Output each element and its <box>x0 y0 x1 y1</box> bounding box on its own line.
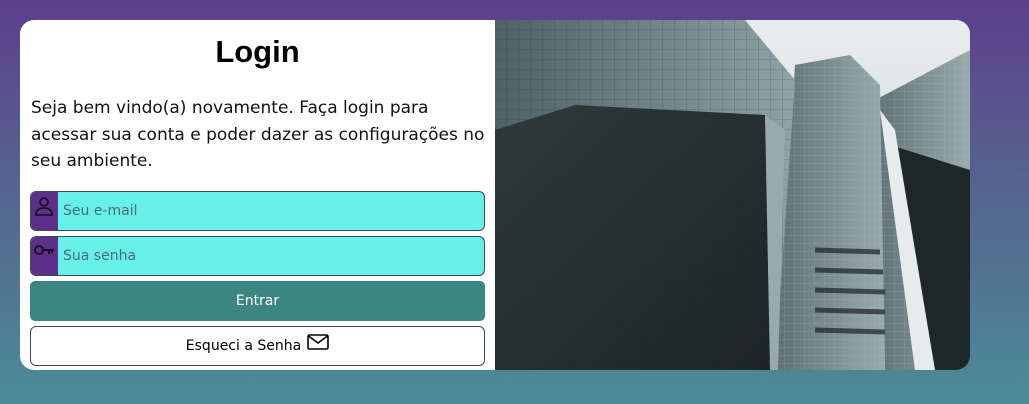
mail-icon <box>307 334 330 350</box>
email-icon-tab <box>31 192 58 230</box>
password-field-group <box>30 236 485 276</box>
forgot-password-label: Esqueci a Senha <box>185 338 302 354</box>
login-form-panel: Login Seja bem vindo(a) novamente. Faça … <box>20 20 495 370</box>
password-input[interactable] <box>58 237 484 275</box>
login-card: Login Seja bem vindo(a) novamente. Faça … <box>20 20 970 370</box>
password-icon-tab <box>31 237 58 275</box>
user-icon <box>35 197 53 216</box>
intro-text: Seja bem vindo(a) novamente. Faça login … <box>31 98 485 171</box>
email-input[interactable] <box>58 192 484 230</box>
email-field-group <box>30 191 485 231</box>
building-illustration <box>495 20 970 370</box>
login-button[interactable]: Entrar <box>30 281 485 321</box>
forgot-password-button[interactable]: Esqueci a Senha <box>30 326 485 366</box>
key-icon <box>34 245 54 255</box>
page-title: Login <box>215 34 300 69</box>
building-photo <box>495 20 970 370</box>
